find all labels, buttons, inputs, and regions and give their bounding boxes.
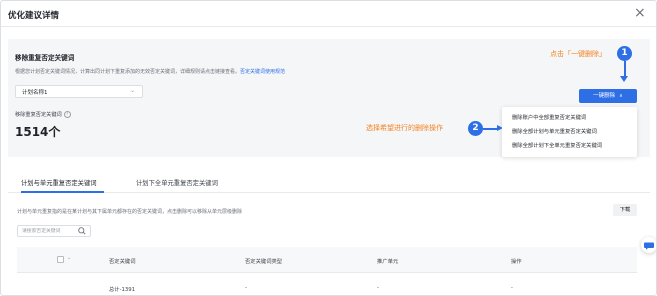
delete-option-plan-unit[interactable]: 删除全部计划与单元重复否定关键词: [502, 125, 637, 139]
keyword-search-box: [17, 225, 91, 237]
close-icon[interactable]: ×: [634, 6, 648, 20]
chat-icon: [644, 242, 654, 250]
table-header: ⌄ 否定关键词 否定关键词类型 推广单元 操作: [17, 247, 637, 273]
chevron-down-icon: ⌄: [129, 87, 135, 94]
chevron-up-icon: ∧: [619, 93, 623, 99]
plan-select-value: 计划名称1: [22, 90, 48, 96]
repeat-keywords-label-text: 移除重复否定关键词: [15, 112, 62, 118]
repeat-keywords-label: 移除重复否定关键词?: [15, 111, 71, 118]
delete-option-plan-all-units[interactable]: 删除全部计划下全单元重复否定关键词: [502, 139, 637, 153]
cell-unit: -: [377, 285, 379, 291]
chat-float-button[interactable]: [641, 237, 656, 253]
dialog-header: 优化建议详情 ×: [1, 1, 656, 27]
section-description-text: 根据您计划否定关键词情况，计算出同计划下重复添加的无效否定关键词，详细规则请点击…: [15, 69, 241, 75]
one-click-delete-label: 一键删除: [593, 93, 616, 99]
tab-plan-unit-duplicates[interactable]: 计划与单元重复否定关键词: [21, 178, 97, 187]
column-header-action: 操作: [511, 259, 522, 265]
one-click-delete-button[interactable]: 一键删除 ∧: [579, 89, 637, 103]
section-title: 移除重复否定关键词: [15, 54, 75, 62]
download-button[interactable]: 下载: [613, 204, 637, 216]
plan-select[interactable]: 计划名称1 ⌄: [15, 85, 143, 98]
column-header-unit: 推广单元: [377, 259, 399, 265]
help-icon[interactable]: ?: [63, 111, 71, 118]
section-description: 根据您计划否定关键词情况，计算出同计划下重复添加的无效否定关键词，详细规则请点击…: [15, 68, 285, 75]
cell-action: -: [511, 285, 513, 291]
delete-options-dropdown: 删除账户中全部重复否定关键词 删除全部计划与单元重复否定关键词 删除全部计划下全…: [502, 107, 637, 157]
cell-type: -: [245, 285, 247, 291]
chevron-down-icon[interactable]: ⌄: [67, 255, 71, 261]
tab-bar: 计划与单元重复否定关键词 计划下全单元重复否定关键词: [8, 171, 650, 193]
step1-arrow-head-icon: [620, 76, 628, 82]
tab-description: 计划与单元重复指的是在某计划与其下属单元都存在的否定关键词，点击删除可以移除从单…: [17, 209, 243, 215]
annotation-step2: 选择希望进行的删除操作: [366, 124, 443, 132]
suggestion-dialog: 优化建议详情 × 移除重复否定关键词 根据您计划否定关键词情况，计算出同计划下重…: [0, 0, 657, 296]
column-header-type: 否定关键词类型: [245, 259, 283, 265]
step2-badge: 2: [468, 121, 483, 136]
select-all-checkbox[interactable]: [57, 256, 64, 263]
tab-plan-all-units-duplicates[interactable]: 计划下全单元重复否定关键词: [136, 178, 218, 187]
step1-badge: 1: [617, 46, 632, 61]
table-row: 总计-1391 - - -: [17, 273, 637, 295]
dialog-title: 优化建议详情: [8, 11, 60, 21]
active-tab-indicator: [21, 191, 104, 193]
cell-keyword: 总计-1391: [109, 287, 135, 293]
rules-link[interactable]: 否定关键词使用规范: [240, 69, 285, 75]
search-icon[interactable]: [77, 226, 87, 236]
keyword-search-input[interactable]: [22, 227, 74, 236]
annotation-step1: 点击「一键删除」: [550, 50, 606, 58]
repeat-keywords-count: 1514个: [15, 125, 61, 139]
column-header-keyword: 否定关键词: [109, 259, 136, 265]
delete-option-account[interactable]: 删除账户中全部重复否定关键词: [502, 111, 637, 125]
